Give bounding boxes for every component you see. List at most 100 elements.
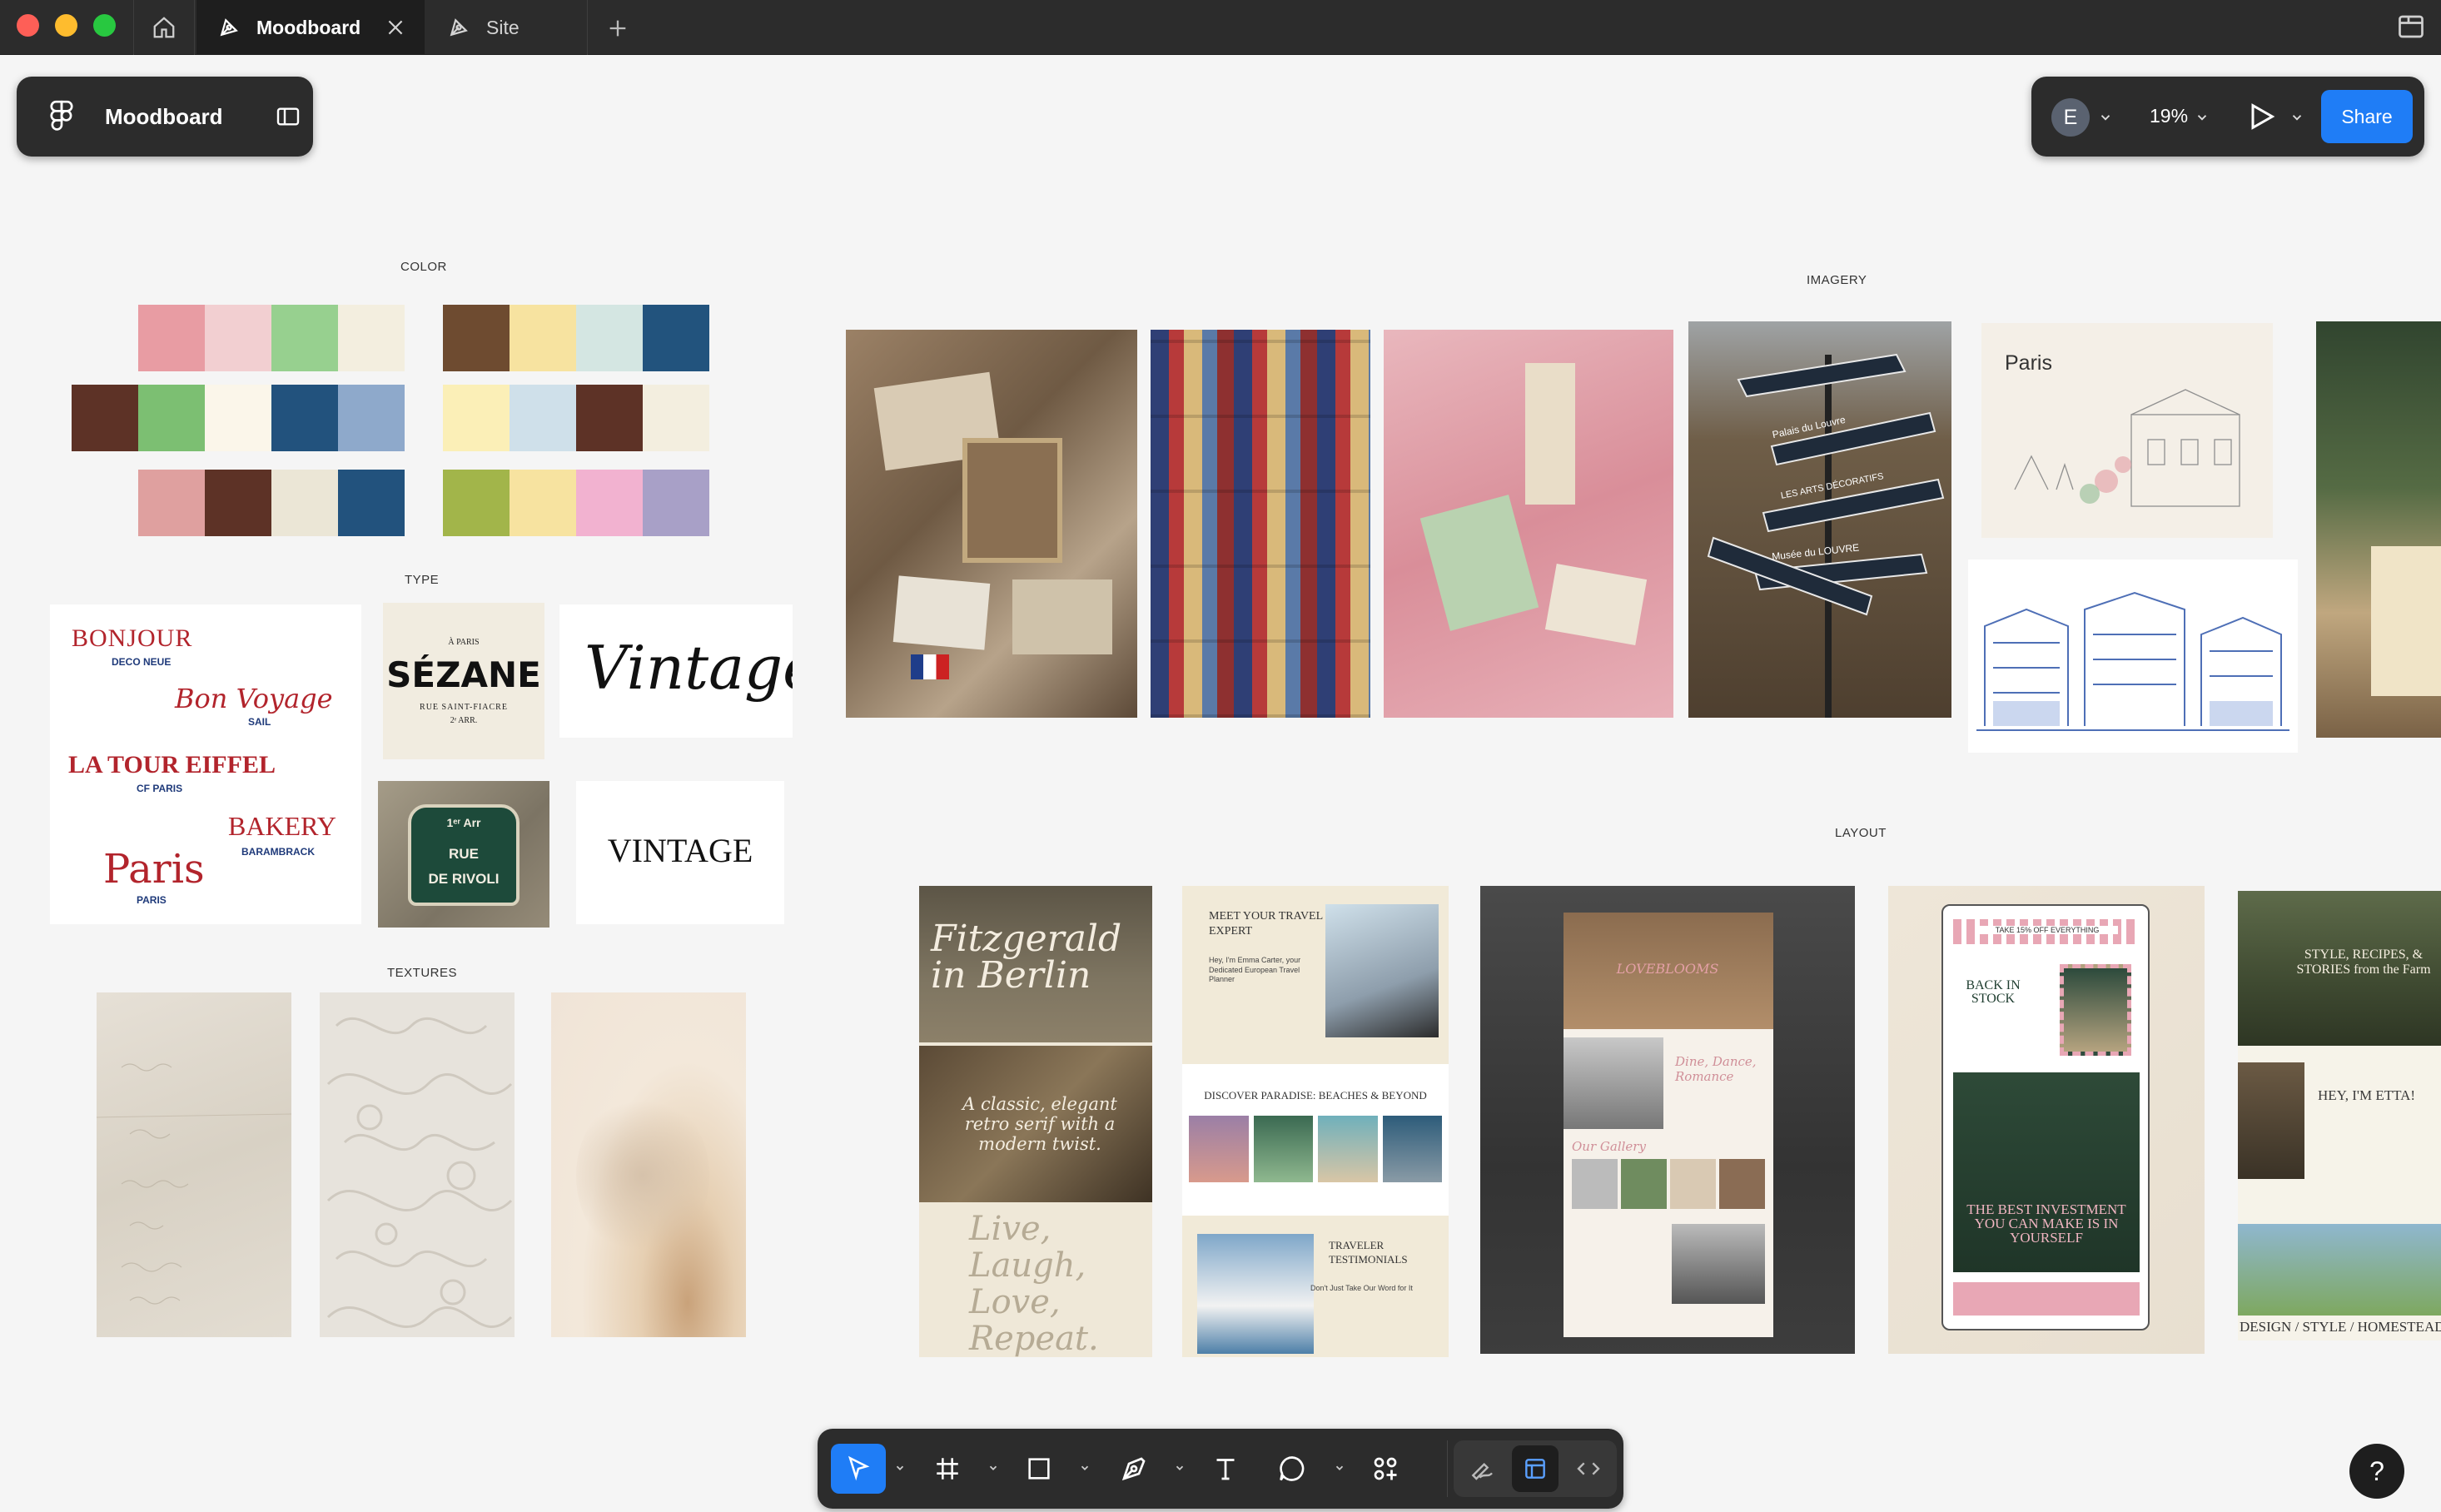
- image-blue-street-sketch[interactable]: [1968, 560, 2298, 753]
- color-swatch[interactable]: [271, 470, 338, 536]
- color-swatch[interactable]: [576, 385, 643, 451]
- close-icon[interactable]: [385, 17, 406, 38]
- dev-mode-button[interactable]: [1565, 1445, 1612, 1492]
- image-street-sign[interactable]: 1ᵉʳ Arr RUE DE RIVOLI: [378, 781, 549, 928]
- layout-card-travel[interactable]: MEET YOUR TRAVEL EXPERT Hey, I'm Emma Ca…: [1182, 886, 1449, 1357]
- image-detail: [892, 575, 991, 650]
- color-swatch[interactable]: [138, 470, 205, 536]
- color-swatch[interactable]: [338, 470, 405, 536]
- comment-tool-button[interactable]: [1267, 1444, 1317, 1494]
- layout-card-farm[interactable]: STYLE, RECIPES, & STORIES from the Farm …: [2238, 891, 2441, 1340]
- zoom-level[interactable]: 19%: [2150, 105, 2188, 127]
- image-pink-flatlay[interactable]: [1384, 330, 1673, 718]
- color-swatch[interactable]: [576, 305, 643, 371]
- cursor-icon: [848, 1455, 870, 1481]
- section-label-color: COLOR: [400, 260, 447, 274]
- chevron-down-icon[interactable]: [1334, 1462, 1345, 1474]
- color-swatch[interactable]: [72, 385, 138, 451]
- color-swatch[interactable]: [643, 385, 709, 451]
- color-swatch[interactable]: [338, 305, 405, 371]
- color-swatch[interactable]: [271, 305, 338, 371]
- section-label-type: TYPE: [405, 573, 440, 587]
- color-swatch[interactable]: [443, 470, 510, 536]
- frame-tool-button[interactable]: [922, 1444, 972, 1494]
- texture-embossed[interactable]: [320, 992, 515, 1337]
- color-swatch[interactable]: [576, 470, 643, 536]
- street-sign-text: RUE: [449, 846, 479, 862]
- type-card-sezane[interactable]: À PARIS SÉZANE RUE SAINT-FIACRE 2ᵉ ARR.: [383, 603, 544, 759]
- close-window-button[interactable]: [17, 14, 39, 37]
- image-vintage-collage[interactable]: [846, 330, 1137, 718]
- chevron-down-icon[interactable]: [987, 1462, 999, 1474]
- plus-icon: [609, 20, 626, 37]
- color-swatch[interactable]: [271, 385, 338, 451]
- layout-card-loveblooms[interactable]: LOVEBLOOMS Dine, Dance, Romance Our Gall…: [1480, 886, 1855, 1354]
- figma-logo-icon[interactable]: [45, 100, 78, 133]
- draw-mode-button[interactable]: [1459, 1445, 1505, 1492]
- color-swatch[interactable]: [205, 470, 271, 536]
- new-tab-button[interactable]: [601, 12, 634, 45]
- shape-tool-button[interactable]: [1014, 1444, 1064, 1494]
- maximize-window-button[interactable]: [93, 14, 116, 37]
- color-swatch[interactable]: [443, 305, 510, 371]
- image-louvre-signs[interactable]: Palais du Louvre LES ARTS DÉCORATIFS Mus…: [1688, 321, 1951, 718]
- image-postcards[interactable]: [1151, 330, 1370, 718]
- chevron-down-icon[interactable]: [1174, 1462, 1186, 1474]
- layout-body: Hey, I'm Emma Carter, your Dedicated Eur…: [1209, 956, 1301, 984]
- type-sample: CF PARIS: [137, 783, 183, 794]
- street-sign-text: 1ᵉʳ Arr: [446, 816, 481, 829]
- chevron-down-icon[interactable]: [1079, 1462, 1091, 1474]
- gallery-thumb: [1382, 1116, 1442, 1182]
- color-swatch[interactable]: [338, 385, 405, 451]
- share-button[interactable]: Share: [2321, 90, 2413, 143]
- color-swatch[interactable]: [138, 305, 205, 371]
- tab-moodboard[interactable]: Moodboard: [196, 0, 425, 55]
- chevron-down-icon[interactable]: [2195, 110, 2210, 125]
- color-swatch[interactable]: [643, 305, 709, 371]
- color-swatch[interactable]: [205, 385, 271, 451]
- header-right-panel: E 19% Share: [2031, 77, 2424, 157]
- layout-heading: LOVEBLOOMS: [1616, 961, 1719, 977]
- gallery-thumb: [1189, 1116, 1249, 1182]
- minimize-window-button[interactable]: [55, 14, 77, 37]
- color-swatch[interactable]: [510, 470, 576, 536]
- color-swatch[interactable]: [138, 385, 205, 451]
- text-tool-button[interactable]: [1201, 1444, 1250, 1494]
- layout-card-shop[interactable]: TAKE 15% OFF EVERYTHING BACK IN STOCK TH…: [1888, 886, 2205, 1354]
- actions-tool-button[interactable]: [1360, 1444, 1410, 1494]
- color-swatch[interactable]: [205, 305, 271, 371]
- chevron-down-icon[interactable]: [2098, 110, 2113, 125]
- type-card-vintage-caps[interactable]: VINTAGE: [576, 781, 784, 924]
- sidebar-toggle-icon[interactable]: [275, 103, 301, 130]
- type-sample: RUE SAINT-FIACRE: [420, 703, 508, 712]
- color-swatch[interactable]: [643, 470, 709, 536]
- image-paris-sketch-card[interactable]: Paris: [1981, 323, 2273, 538]
- design-mode-button[interactable]: [1512, 1445, 1559, 1492]
- home-button[interactable]: [133, 0, 195, 55]
- type-card-script-fonts[interactable]: BONJOUR DECO NEUE Bon Voyage SAIL LA TOU…: [50, 604, 361, 924]
- move-tool-button[interactable]: [831, 1444, 886, 1494]
- present-play-icon[interactable]: [2245, 100, 2278, 133]
- file-name[interactable]: Moodboard: [105, 104, 223, 130]
- code-icon: [1577, 1462, 1600, 1475]
- home-icon: [153, 17, 175, 38]
- type-card-vintage-script[interactable]: Vintage: [559, 604, 793, 738]
- color-swatch[interactable]: [510, 305, 576, 371]
- chevron-down-icon[interactable]: [894, 1462, 906, 1474]
- section-label-textures: TEXTURES: [387, 966, 458, 980]
- chevron-down-icon[interactable]: [2289, 110, 2304, 125]
- pen-tool-button[interactable]: [1109, 1444, 1159, 1494]
- texture-paper-script[interactable]: [97, 992, 291, 1337]
- layout-card-fitzgerald[interactable]: Fitzgerald in Berlin A classic, elegant …: [919, 886, 1152, 1357]
- texture-gradient[interactable]: [551, 992, 746, 1337]
- window-layout-icon[interactable]: [2396, 12, 2426, 42]
- design-mode-icon: [1525, 1459, 1545, 1479]
- image-wedding-invite[interactable]: [2316, 321, 2441, 738]
- layout-image: [2238, 1224, 2441, 1316]
- color-swatch[interactable]: [510, 385, 576, 451]
- layout-image: [1672, 1224, 1765, 1304]
- help-button[interactable]: ?: [2349, 1444, 2404, 1499]
- tab-site[interactable]: Site: [426, 0, 588, 55]
- avatar[interactable]: E: [2051, 98, 2090, 137]
- color-swatch[interactable]: [443, 385, 510, 451]
